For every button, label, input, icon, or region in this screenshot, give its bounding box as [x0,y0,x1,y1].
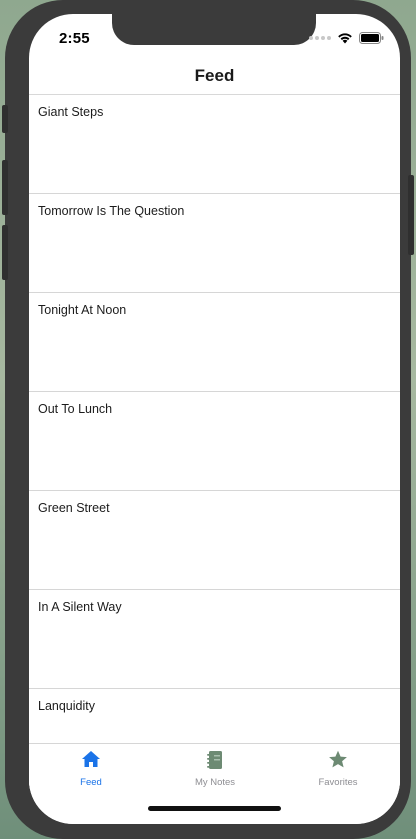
list-item[interactable]: Tonight At Noon [29,293,400,392]
tab-bar: Feed My Notes Favorites [29,743,400,824]
phone-frame: 2:55 Feed Giant Steps Tomorrow Is The Qu… [2,0,414,839]
wifi-icon [338,33,352,44]
status-time: 2:55 [59,30,90,47]
home-indicator[interactable] [148,806,281,811]
tab-label: Feed [80,777,102,788]
home-icon [82,751,100,767]
star-icon [329,750,347,768]
tab-label: My Notes [194,777,236,788]
volume-up-button [2,160,8,215]
signal-icon [309,36,331,40]
phone-screen: 2:55 Feed Giant Steps Tomorrow Is The Qu… [29,14,400,824]
list-item-title: Lanquidity [38,699,95,713]
list-item-title: Tomorrow Is The Question [38,204,185,218]
list-item-title: In A Silent Way [38,600,122,614]
power-button [408,175,414,255]
tab-my-notes[interactable]: My Notes [153,750,277,788]
list-item-title: Tonight At Noon [38,303,127,317]
list-item[interactable]: Out To Lunch [29,392,400,491]
list-item-title: Giant Steps [38,105,104,119]
list-item-title: Out To Lunch [38,402,113,416]
feed-list[interactable]: Giant Steps Tomorrow Is The Question Ton… [29,95,400,788]
page-title: Feed [194,66,235,85]
status-icons [309,32,384,44]
battery-icon [359,32,384,44]
list-item[interactable]: Giant Steps [29,95,400,194]
tab-favorites[interactable]: Favorites [276,750,400,788]
mute-switch [2,105,8,133]
notch [112,14,316,45]
tab-feed[interactable]: Feed [29,750,153,788]
list-item[interactable]: Green Street [29,491,400,590]
list-item[interactable]: Tomorrow Is The Question [29,194,400,293]
notebook-icon [207,751,222,769]
list-item-title: Green Street [38,501,110,515]
volume-down-button [2,225,8,280]
tab-label: Favorites [318,777,358,788]
list-item[interactable]: In A Silent Way [29,590,400,689]
